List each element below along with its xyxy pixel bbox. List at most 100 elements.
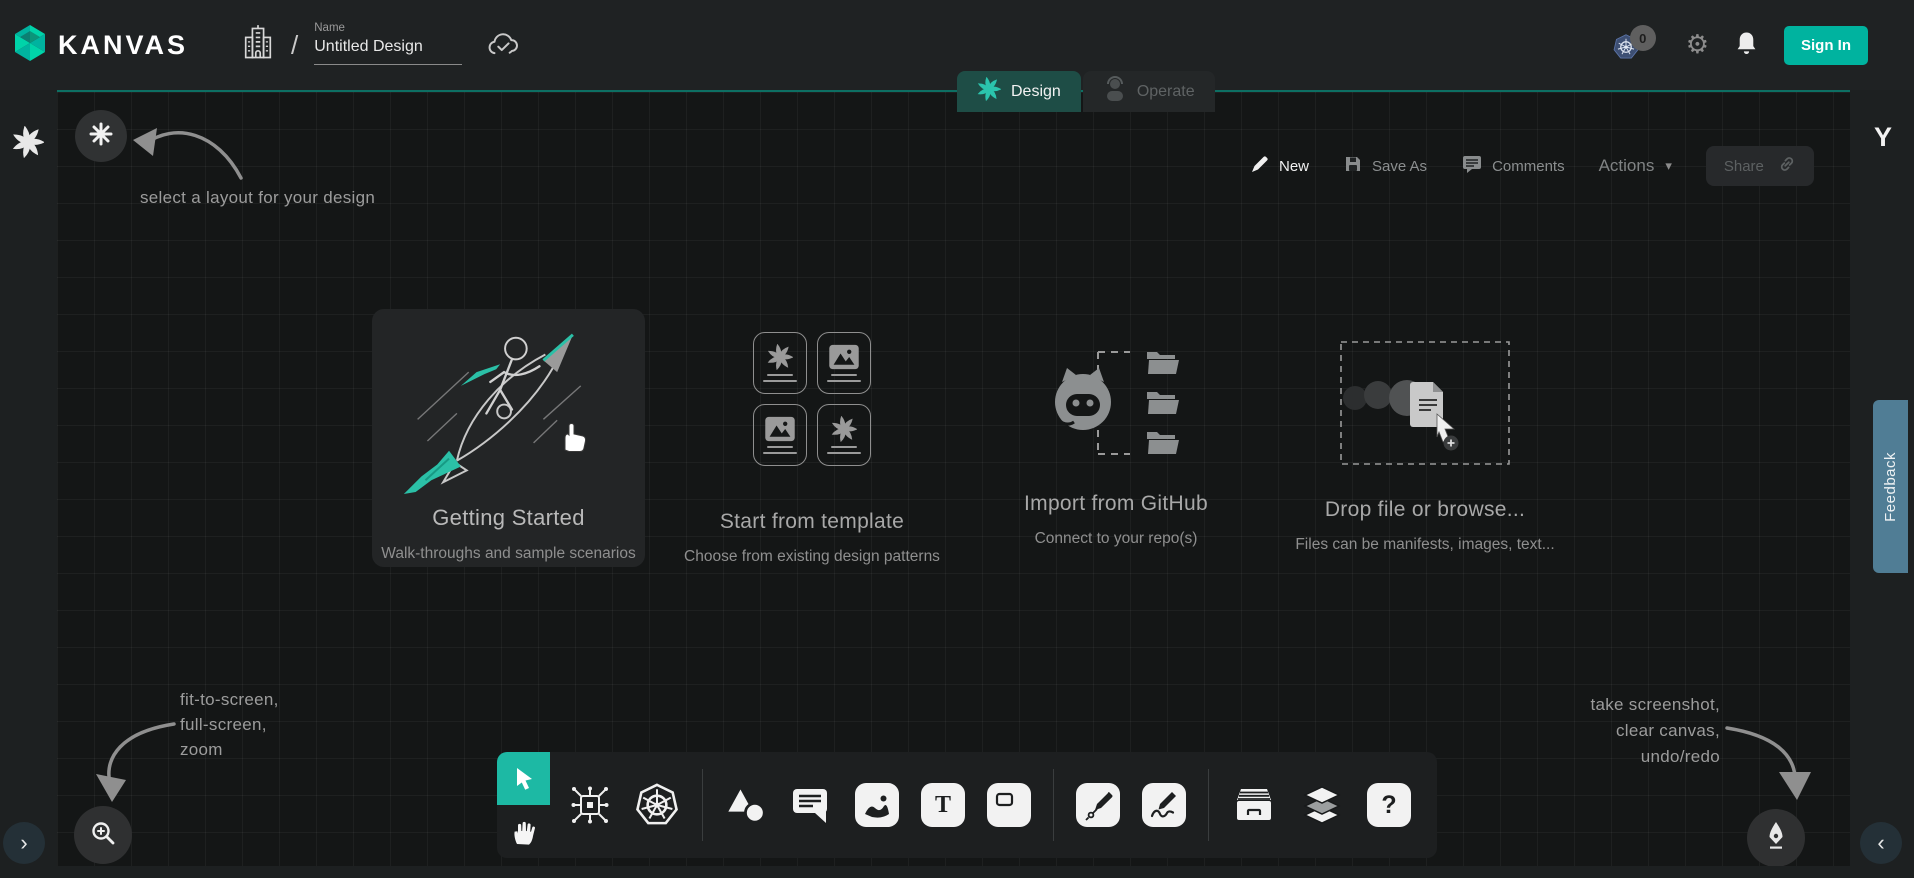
component-tool[interactable] bbox=[568, 783, 612, 827]
card-title: Getting Started bbox=[432, 505, 584, 531]
pen-tool[interactable] bbox=[1076, 783, 1120, 827]
save-as-button[interactable]: Save As bbox=[1343, 154, 1427, 178]
share-label: Share bbox=[1724, 158, 1764, 175]
snapshot-y-icon[interactable]: Y bbox=[1874, 122, 1892, 153]
breadcrumb-separator: / bbox=[291, 30, 298, 61]
screenshot-hint-arrow bbox=[1721, 716, 1817, 804]
chevron-left-icon: ‹ bbox=[1877, 830, 1884, 856]
sign-in-button[interactable]: Sign In bbox=[1784, 26, 1868, 65]
organization-icon[interactable] bbox=[243, 24, 273, 67]
kubernetes-status-button[interactable]: 0 bbox=[1612, 25, 1660, 65]
zoom-hint-text: fit-to-screen, full-screen, zoom bbox=[180, 687, 279, 762]
card-title: Import from GitHub bbox=[1024, 492, 1208, 516]
template-tile-swirl bbox=[753, 332, 807, 394]
canvas-toolbar: New Save As Comments A bbox=[1250, 146, 1814, 186]
share-button[interactable]: Share bbox=[1706, 146, 1814, 186]
link-icon bbox=[1778, 155, 1796, 177]
design-canvas[interactable]: select a layout for your design New Save… bbox=[57, 90, 1850, 866]
pen-nib-icon bbox=[1762, 820, 1790, 856]
design-name-input[interactable] bbox=[314, 36, 462, 65]
tab-operate[interactable]: Operate bbox=[1083, 71, 1215, 112]
card-title: Start from template bbox=[720, 510, 904, 534]
layout-hint-text: select a layout for your design bbox=[140, 188, 375, 208]
chevron-right-icon: › bbox=[20, 830, 27, 856]
kanvas-logo-icon bbox=[10, 23, 50, 68]
comments-button[interactable]: Comments bbox=[1461, 154, 1565, 178]
image-tool[interactable] bbox=[855, 783, 899, 827]
card-subtitle: Choose from existing design patterns bbox=[684, 548, 940, 566]
left-panel-expand-chevron[interactable]: › bbox=[3, 822, 45, 864]
mode-tabs: Design Operate bbox=[957, 71, 1215, 112]
bottom-strip bbox=[0, 866, 1914, 878]
card-subtitle: Files can be manifests, images, text... bbox=[1295, 536, 1554, 554]
new-button[interactable]: New bbox=[1250, 154, 1309, 178]
dock-separator bbox=[1053, 769, 1054, 841]
rocket-illustration bbox=[394, 323, 624, 495]
dock-separator bbox=[1208, 769, 1209, 841]
zoom-hint-arrow bbox=[82, 712, 182, 806]
note-tool[interactable] bbox=[987, 783, 1031, 827]
cloud-sync-icon bbox=[484, 32, 518, 63]
design-name-label: Name bbox=[314, 22, 462, 34]
select-layout-button[interactable] bbox=[75, 110, 127, 162]
pencil-icon bbox=[1250, 154, 1270, 178]
template-tile-image bbox=[817, 332, 871, 394]
operate-person-icon bbox=[1103, 76, 1127, 107]
text-tool[interactable]: T bbox=[921, 783, 965, 827]
actions-label: Actions bbox=[1599, 156, 1655, 176]
card-getting-started[interactable]: Getting Started Walk-throughs and sample… bbox=[372, 309, 645, 567]
drop-file-illustration bbox=[1337, 338, 1513, 468]
feedback-tab[interactable]: Feedback bbox=[1873, 400, 1908, 573]
tool-dock: T bbox=[497, 752, 1437, 858]
floppy-icon bbox=[1343, 154, 1363, 178]
tab-design[interactable]: Design bbox=[957, 71, 1081, 112]
selection-tool[interactable] bbox=[497, 752, 550, 805]
magnifier-plus-icon bbox=[88, 818, 118, 853]
caret-down-icon: ▾ bbox=[1665, 158, 1672, 174]
letter-t-glyph: T bbox=[935, 792, 951, 819]
card-title: Drop file or browse... bbox=[1325, 498, 1525, 522]
design-swirl-icon bbox=[977, 77, 1001, 106]
card-import-from-github[interactable]: Import from GitHub Connect to your repo(… bbox=[1005, 344, 1227, 548]
layers-tool[interactable] bbox=[1299, 783, 1345, 827]
tab-operate-label: Operate bbox=[1137, 83, 1195, 101]
screenshot-hint-text: take screenshot, clear canvas, undo/redo bbox=[1420, 692, 1720, 770]
layout-asterisk-icon bbox=[88, 121, 114, 152]
comments-icon bbox=[1461, 154, 1483, 178]
meshery-menu-icon[interactable] bbox=[12, 126, 44, 163]
template-thumbnails bbox=[753, 332, 871, 466]
actions-dropdown[interactable]: Actions ▾ bbox=[1599, 156, 1672, 176]
right-rail: Y Feedback ‹ bbox=[1850, 90, 1914, 878]
right-panel-expand-chevron[interactable]: ‹ bbox=[1860, 822, 1902, 864]
kubernetes-tool[interactable] bbox=[634, 782, 680, 828]
settings-gear-icon[interactable]: ⚙ bbox=[1686, 30, 1709, 60]
pan-tool[interactable] bbox=[497, 805, 550, 858]
dock-separator bbox=[702, 769, 703, 841]
save-as-label: Save As bbox=[1372, 158, 1427, 175]
new-label: New bbox=[1279, 158, 1309, 175]
card-subtitle: Walk-throughs and sample scenarios bbox=[381, 545, 635, 563]
drawer-tool[interactable] bbox=[1231, 785, 1277, 825]
sketch-tool[interactable] bbox=[1142, 783, 1186, 827]
zoom-controls-button[interactable] bbox=[74, 806, 132, 864]
comments-label: Comments bbox=[1492, 158, 1565, 175]
app-header: KANVAS / Name bbox=[0, 0, 1914, 90]
layout-hint-arrow bbox=[129, 114, 247, 192]
card-drop-file-or-browse[interactable]: Drop file or browse... Files can be mani… bbox=[1305, 338, 1545, 554]
notifications-bell-icon[interactable] bbox=[1735, 30, 1758, 61]
design-name-field: Name bbox=[314, 22, 462, 65]
card-start-from-template[interactable]: Start from template Choose from existing… bbox=[662, 332, 962, 566]
template-tile-image bbox=[753, 404, 807, 466]
help-tool[interactable]: ? bbox=[1367, 783, 1411, 827]
kanvas-logo[interactable]: KANVAS bbox=[10, 23, 188, 68]
question-mark-glyph: ? bbox=[1381, 791, 1396, 820]
feedback-label: Feedback bbox=[1882, 452, 1899, 522]
card-subtitle: Connect to your repo(s) bbox=[1035, 530, 1198, 548]
comment-tool[interactable] bbox=[789, 785, 833, 825]
canvas-actions-button[interactable] bbox=[1747, 809, 1805, 867]
left-rail: › bbox=[0, 90, 57, 878]
app-title: KANVAS bbox=[58, 30, 188, 61]
tab-design-label: Design bbox=[1011, 83, 1061, 101]
github-import-illustration bbox=[1050, 344, 1182, 462]
shapes-tool[interactable] bbox=[725, 785, 767, 825]
